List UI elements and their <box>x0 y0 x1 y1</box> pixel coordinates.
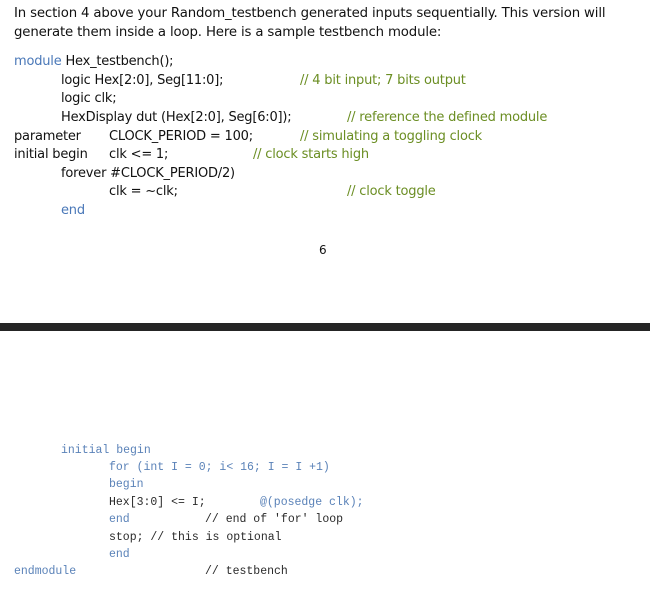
code-line-forever: forever #CLOCK_PERIOD/2) <box>61 166 235 181</box>
module-name: Hex_testbench(); <box>61 54 174 69</box>
code-line-logic-clk: logic clk; <box>61 91 117 106</box>
comment-bit-input: // 4 bit input; 7 bits output <box>300 73 466 88</box>
code-line-posedge: @(posedge clk); <box>260 496 364 509</box>
code-line-clk-init: clk <= 1; <box>109 147 169 162</box>
keyword-endmodule: endmodule <box>14 565 77 578</box>
keyword-initial-begin: initial begin <box>14 147 88 162</box>
comment-toggling-clock: // simulating a toggling clock <box>300 129 482 144</box>
comment-reference-module: // reference the defined module <box>347 110 548 125</box>
comment-clock-starts-high: // clock starts high <box>253 147 369 162</box>
code-line-logic-hex: logic Hex[2:0], Seg[11:0]; <box>61 73 224 88</box>
code-line-module: module Hex_testbench(); <box>14 53 174 71</box>
keyword-parameter: parameter <box>14 129 81 144</box>
page-divider <box>0 323 650 331</box>
code-line-for-loop: for (int I = 0; i< 16; I = I +1) <box>109 461 330 474</box>
keyword-end-for: end <box>109 513 130 526</box>
page-number: 6 <box>319 243 327 257</box>
keyword-end: end <box>61 203 85 218</box>
intro-line-1: In section 4 above your Random_testbench… <box>14 6 606 21</box>
keyword-module: module <box>14 54 62 69</box>
comment-clock-toggle: // clock toggle <box>347 184 436 199</box>
code-line-clock-period: CLOCK_PERIOD = 100; <box>109 129 253 144</box>
code-line-begin: begin <box>109 478 144 491</box>
keyword-end-initial: end <box>109 548 130 561</box>
comment-testbench: // testbench <box>205 565 288 578</box>
intro-line-2: generate them inside a loop. Here is a s… <box>14 25 442 40</box>
code-line-dut: HexDisplay dut (Hex[2:0], Seg[6:0]); <box>61 110 292 125</box>
comment-end-of-for: // end of 'for' loop <box>205 513 344 526</box>
intro-paragraph: In section 4 above your Random_testbench… <box>14 4 644 42</box>
code-line-stop: stop; // this is optional <box>109 531 282 544</box>
code-line-initial-begin: initial begin <box>61 444 151 457</box>
code-line-clk-toggle: clk = ~clk; <box>109 184 178 199</box>
code-line-hex-assign: Hex[3:0] <= I; <box>109 496 206 509</box>
